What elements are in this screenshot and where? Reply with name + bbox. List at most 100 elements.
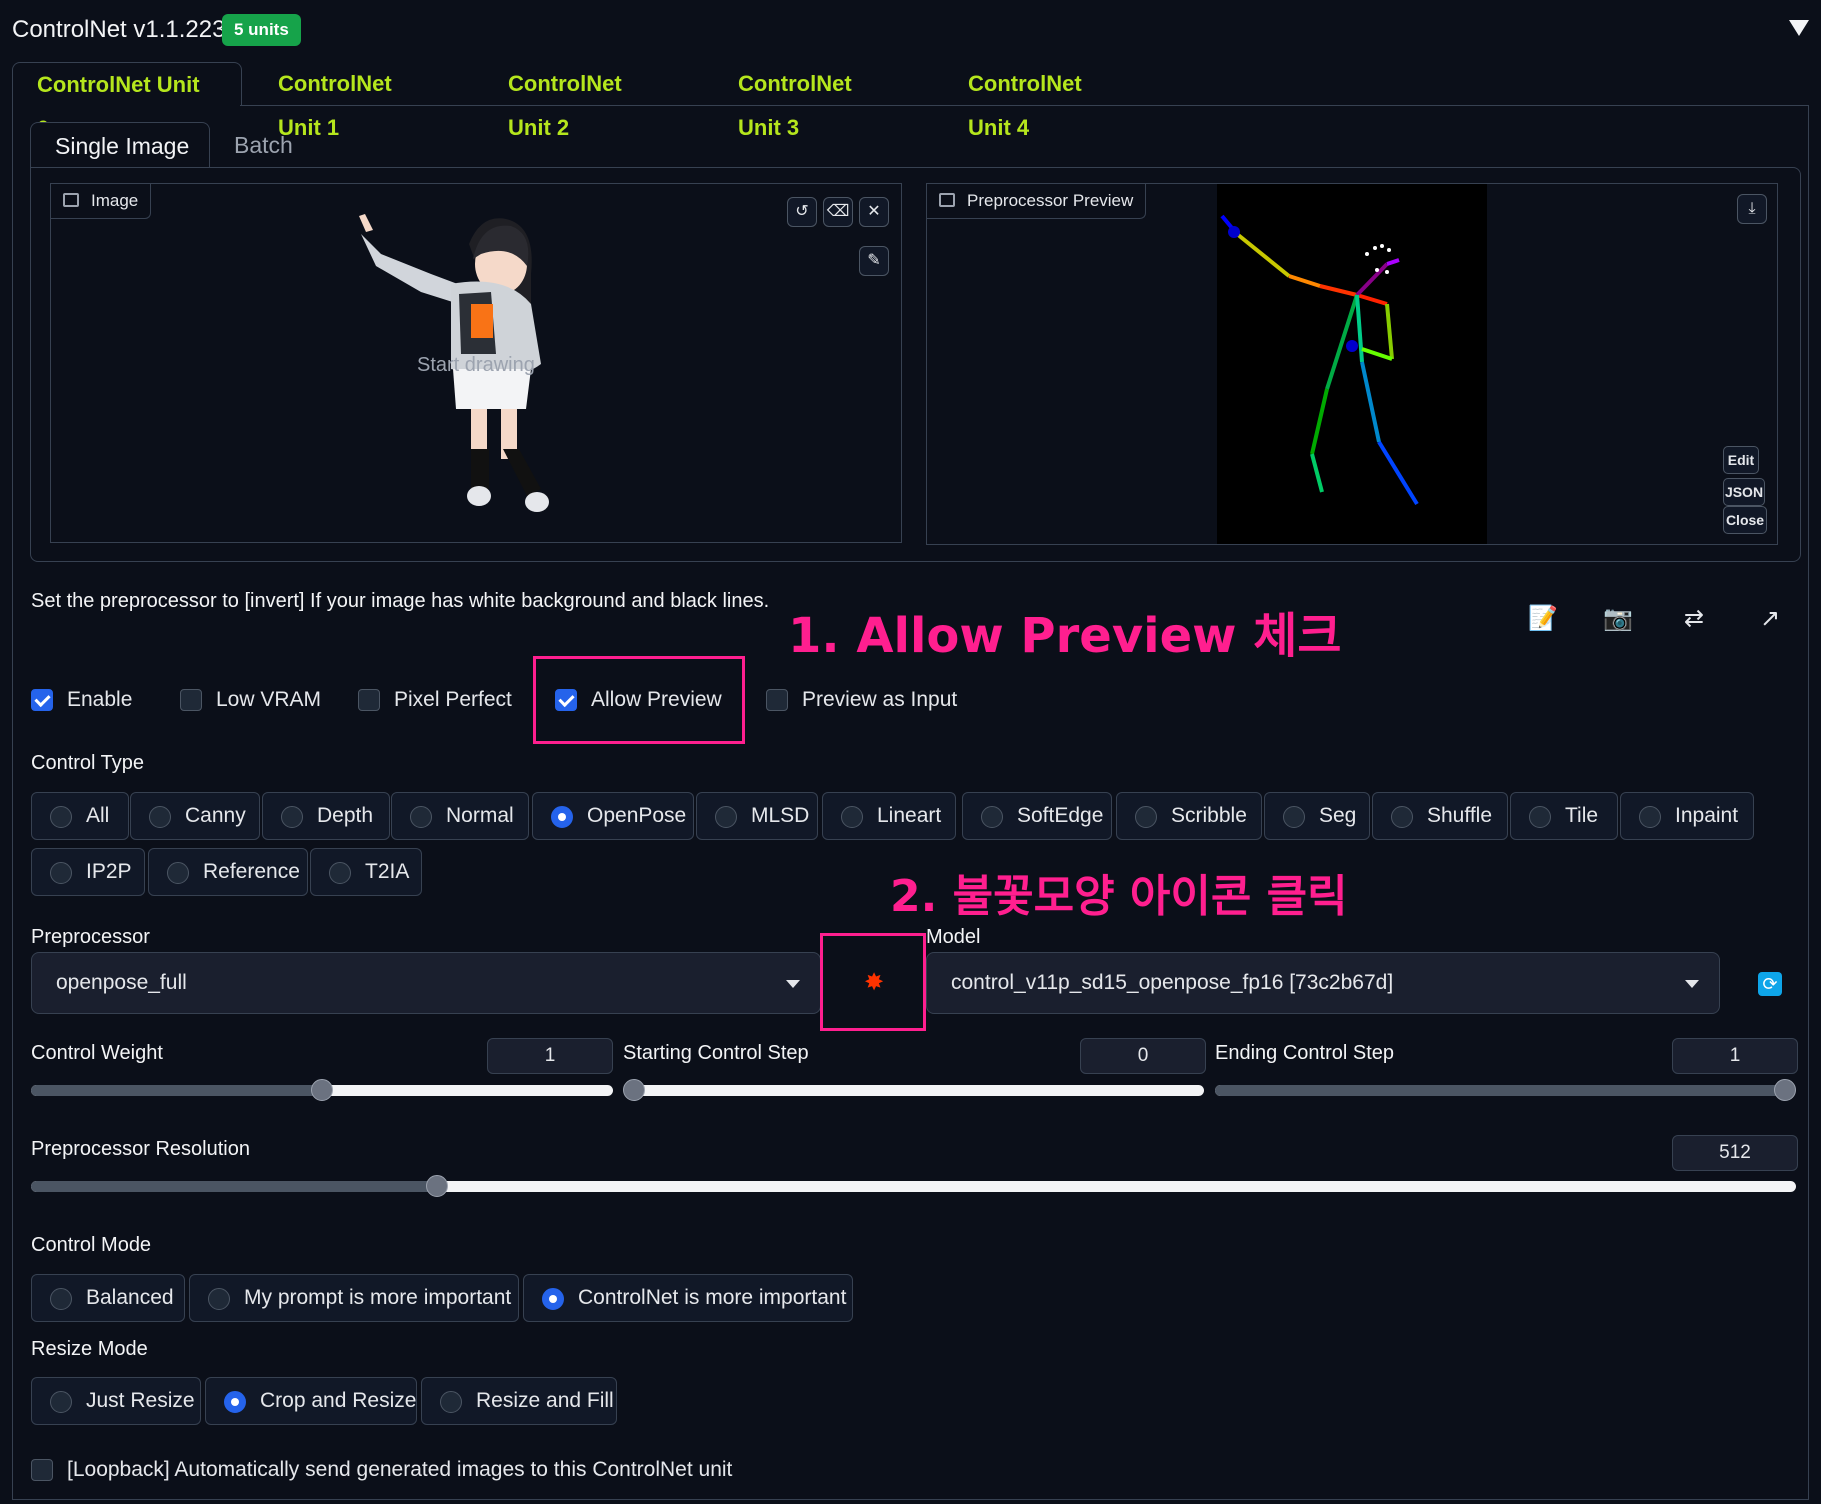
control-mode-controlnet[interactable]: ControlNet is more important	[523, 1274, 853, 1322]
eraser-icon[interactable]: ⌫	[823, 197, 853, 227]
ending-step-slider[interactable]	[1215, 1079, 1796, 1101]
new-canvas-icon[interactable]: 📝	[1528, 604, 1558, 633]
app-title: ControlNet v1.1.223	[12, 16, 226, 43]
control-type-tile[interactable]: Tile	[1510, 792, 1618, 840]
pixel-perfect-checkbox[interactable]: Pixel Perfect	[358, 688, 512, 712]
slider-thumb[interactable]	[1774, 1079, 1796, 1101]
send-dimensions-icon[interactable]: ↗	[1760, 604, 1780, 633]
radio-dot[interactable]	[551, 806, 573, 828]
starting-step-slider[interactable]	[623, 1079, 1204, 1101]
undo-icon[interactable]: ↺	[787, 197, 817, 227]
control-type-lineart[interactable]: Lineart	[822, 792, 956, 840]
control-weight-slider[interactable]	[31, 1079, 613, 1101]
control-type-canny[interactable]: Canny	[130, 792, 260, 840]
collapse-triangle-icon[interactable]	[1789, 20, 1809, 36]
checkbox-box[interactable]	[766, 689, 788, 712]
radio-dot[interactable]	[1391, 806, 1413, 828]
radio-dot[interactable]	[440, 1391, 462, 1413]
radio-dot[interactable]	[1639, 806, 1661, 828]
control-type-t2ia[interactable]: T2IA	[310, 848, 422, 896]
starting-step-input[interactable]: 0	[1080, 1038, 1206, 1074]
download-icon[interactable]: ⤓	[1737, 194, 1767, 224]
tab-unit-1[interactable]: ControlNet Unit 1	[254, 62, 416, 140]
preprocessor-resolution-slider[interactable]	[31, 1175, 1796, 1197]
radio-dot[interactable]	[50, 806, 72, 828]
control-type-softedge[interactable]: SoftEdge	[962, 792, 1112, 840]
preprocessor-resolution-input[interactable]: 512	[1672, 1135, 1798, 1171]
checkbox-box[interactable]	[31, 1459, 53, 1482]
control-type-seg[interactable]: Seg	[1264, 792, 1370, 840]
control-type-normal[interactable]: Normal	[391, 792, 529, 840]
tab-unit-0[interactable]: ControlNet Unit 0	[12, 62, 242, 141]
radio-dot[interactable]	[50, 862, 72, 884]
control-type-shuffle[interactable]: Shuffle	[1372, 792, 1508, 840]
checkbox-label: [Loopback] Automatically send generated …	[67, 1458, 733, 1481]
radio-dot[interactable]	[329, 862, 351, 884]
tab-unit-3[interactable]: ControlNet Unit 3	[714, 62, 876, 140]
radio-label: MLSD	[751, 804, 810, 827]
tab-batch[interactable]: Batch	[210, 122, 317, 168]
radio-dot[interactable]	[715, 806, 737, 828]
checkbox-box[interactable]	[180, 689, 202, 712]
control-mode-prompt[interactable]: My prompt is more important	[189, 1274, 519, 1322]
slider-thumb[interactable]	[623, 1079, 645, 1101]
close-preview-button[interactable]: Close	[1723, 506, 1767, 534]
image-input-canvas[interactable]: Image ↺ ⌫ ✕ ✎ Start drawing	[50, 183, 902, 543]
loopback-checkbox[interactable]: [Loopback] Automatically send generated …	[31, 1458, 732, 1482]
model-dropdown[interactable]: control_v11p_sd15_openpose_fp16 [73c2b67…	[926, 952, 1720, 1014]
radio-dot[interactable]	[841, 806, 863, 828]
tab-single-image[interactable]: Single Image	[30, 122, 210, 168]
low-vram-checkbox[interactable]: Low VRAM	[180, 688, 321, 712]
control-type-mlsd[interactable]: MLSD	[696, 792, 818, 840]
radio-dot[interactable]	[50, 1391, 72, 1413]
edit-button[interactable]: Edit	[1723, 446, 1759, 474]
control-weight-input[interactable]: 1	[487, 1038, 613, 1074]
control-type-ip2p[interactable]: IP2P	[31, 848, 145, 896]
control-type-all[interactable]: All	[31, 792, 129, 840]
control-type-reference[interactable]: Reference	[148, 848, 308, 896]
ending-step-input[interactable]: 1	[1672, 1038, 1798, 1074]
control-type-openpose[interactable]: OpenPose	[532, 792, 694, 840]
preview-as-input-checkbox[interactable]: Preview as Input	[766, 688, 957, 712]
radio-label: Balanced	[86, 1286, 174, 1309]
radio-label: Scribble	[1171, 804, 1247, 827]
close-icon[interactable]: ✕	[859, 197, 889, 227]
slider-thumb[interactable]	[425, 1175, 448, 1197]
radio-dot[interactable]	[281, 806, 303, 828]
camera-icon[interactable]: 📷	[1603, 604, 1633, 633]
resize-mode-crop-and-resize[interactable]: Crop and Resize	[205, 1377, 417, 1425]
radio-label: Normal	[446, 804, 514, 827]
radio-dot[interactable]	[149, 806, 171, 828]
brush-icon[interactable]: ✎	[859, 246, 889, 276]
enable-checkbox[interactable]: Enable	[31, 688, 132, 712]
units-badge: 5 units	[222, 14, 301, 46]
swap-icon[interactable]: ⇄	[1684, 604, 1704, 633]
radio-dot[interactable]	[224, 1391, 246, 1413]
radio-dot[interactable]	[167, 862, 189, 884]
refresh-models-icon[interactable]: ⟳	[1758, 972, 1782, 996]
resize-mode-resize-and-fill[interactable]: Resize and Fill	[421, 1377, 617, 1425]
checkbox-box[interactable]	[358, 689, 380, 712]
tab-unit-4[interactable]: ControlNet Unit 4	[944, 62, 1106, 140]
radio-label: Just Resize	[86, 1389, 195, 1412]
resize-mode-just-resize[interactable]: Just Resize	[31, 1377, 201, 1425]
control-type-depth[interactable]: Depth	[262, 792, 390, 840]
radio-dot[interactable]	[1283, 806, 1305, 828]
radio-dot[interactable]	[1529, 806, 1551, 828]
preprocessor-dropdown[interactable]: openpose_full	[31, 952, 821, 1014]
annotation-step-1: 1. Allow Preview 체크	[788, 608, 1342, 664]
control-type-scribble[interactable]: Scribble	[1116, 792, 1262, 840]
json-button[interactable]: JSON	[1723, 478, 1765, 506]
tab-unit-2[interactable]: ControlNet Unit 2	[484, 62, 646, 140]
checkbox-box[interactable]	[31, 689, 53, 712]
radio-dot[interactable]	[1135, 806, 1157, 828]
radio-dot[interactable]	[50, 1288, 72, 1310]
radio-dot[interactable]	[981, 806, 1003, 828]
radio-dot[interactable]	[542, 1288, 564, 1310]
radio-dot[interactable]	[208, 1288, 230, 1310]
control-type-inpaint[interactable]: Inpaint	[1620, 792, 1754, 840]
radio-label: My prompt is more important	[244, 1286, 512, 1309]
slider-thumb[interactable]	[311, 1079, 333, 1101]
radio-dot[interactable]	[410, 806, 432, 828]
control-mode-balanced[interactable]: Balanced	[31, 1274, 185, 1322]
